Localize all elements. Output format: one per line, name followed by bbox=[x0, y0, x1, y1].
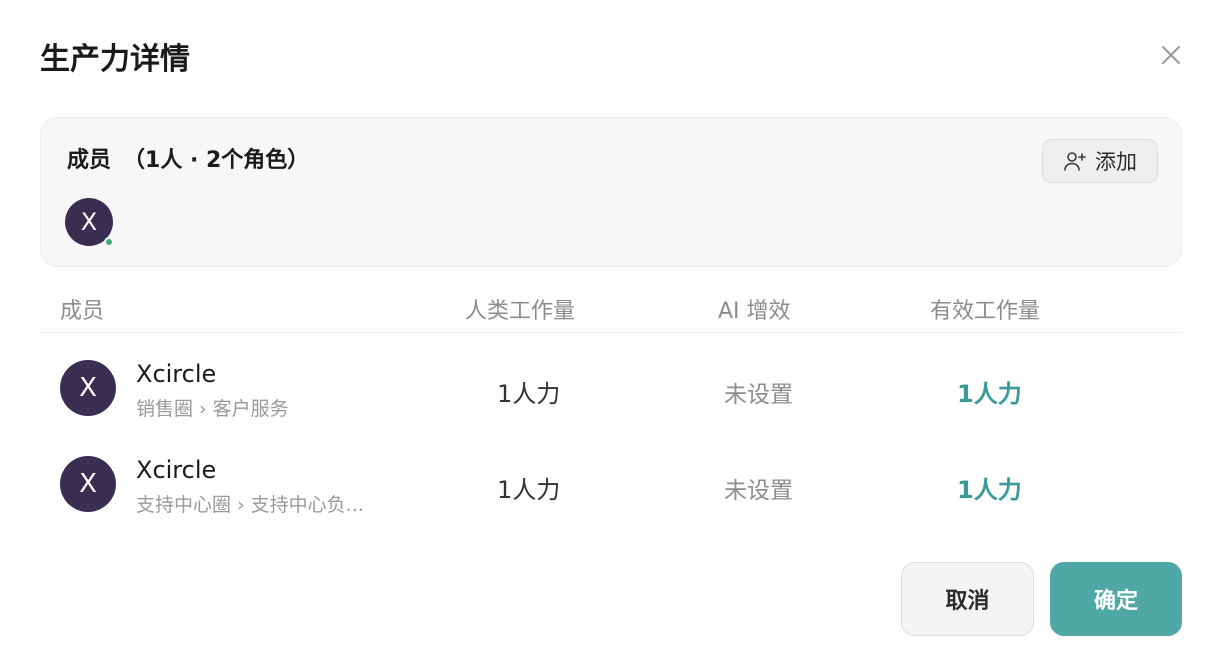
members-panel: 成员 （1人 · 2个角色） 添加 X bbox=[40, 117, 1182, 267]
effective-workload-value: 1人力 bbox=[957, 476, 1022, 504]
table-row: X Xcircle 支持中心圈 › 支持中心负... 1人力 未设置 1人力 bbox=[40, 444, 1182, 540]
human-workload-value: 1人力 bbox=[497, 380, 561, 408]
add-user-icon bbox=[1063, 149, 1087, 173]
ai-boost-value: 未设置 bbox=[724, 382, 793, 408]
member-name: Xcircle bbox=[136, 360, 217, 388]
column-member: 成员 bbox=[60, 299, 105, 324]
close-icon[interactable] bbox=[1158, 42, 1184, 68]
members-label: 成员 bbox=[67, 148, 112, 173]
table-header: 成员 人类工作量 AI 增效 有效工作量 bbox=[40, 285, 1182, 333]
members-heading: 成员 （1人 · 2个角色） bbox=[67, 146, 309, 176]
add-member-button[interactable]: 添加 bbox=[1042, 139, 1158, 183]
cancel-button[interactable]: 取消 bbox=[901, 562, 1034, 636]
effective-workload-value: 1人力 bbox=[957, 380, 1022, 408]
dialog-title: 生产力详情 bbox=[40, 42, 190, 77]
members-count: （1人 · 2个角色） bbox=[123, 148, 310, 173]
column-ai-boost: AI 增效 bbox=[718, 299, 791, 324]
member-name: Xcircle bbox=[136, 456, 217, 484]
column-human-workload: 人类工作量 bbox=[465, 299, 576, 324]
online-status-dot bbox=[104, 237, 114, 247]
avatar: X bbox=[60, 360, 116, 416]
member-role-path: 支持中心圈 › 支持中心负... bbox=[136, 494, 364, 516]
avatar: X bbox=[60, 456, 116, 512]
confirm-button[interactable]: 确定 bbox=[1050, 562, 1182, 636]
column-effective-workload: 有效工作量 bbox=[930, 299, 1041, 324]
add-member-label: 添加 bbox=[1095, 150, 1137, 174]
table-row: X Xcircle 销售圈 › 客户服务 1人力 未设置 1人力 bbox=[40, 348, 1182, 444]
ai-boost-value: 未设置 bbox=[724, 478, 793, 504]
human-workload-value: 1人力 bbox=[497, 476, 561, 504]
member-role-path: 销售圈 › 客户服务 bbox=[136, 398, 289, 420]
productivity-dialog: 生产力详情 成员 （1人 · 2个角色） 添加 X 成员 人类工作量 AI 增效… bbox=[0, 0, 1222, 672]
